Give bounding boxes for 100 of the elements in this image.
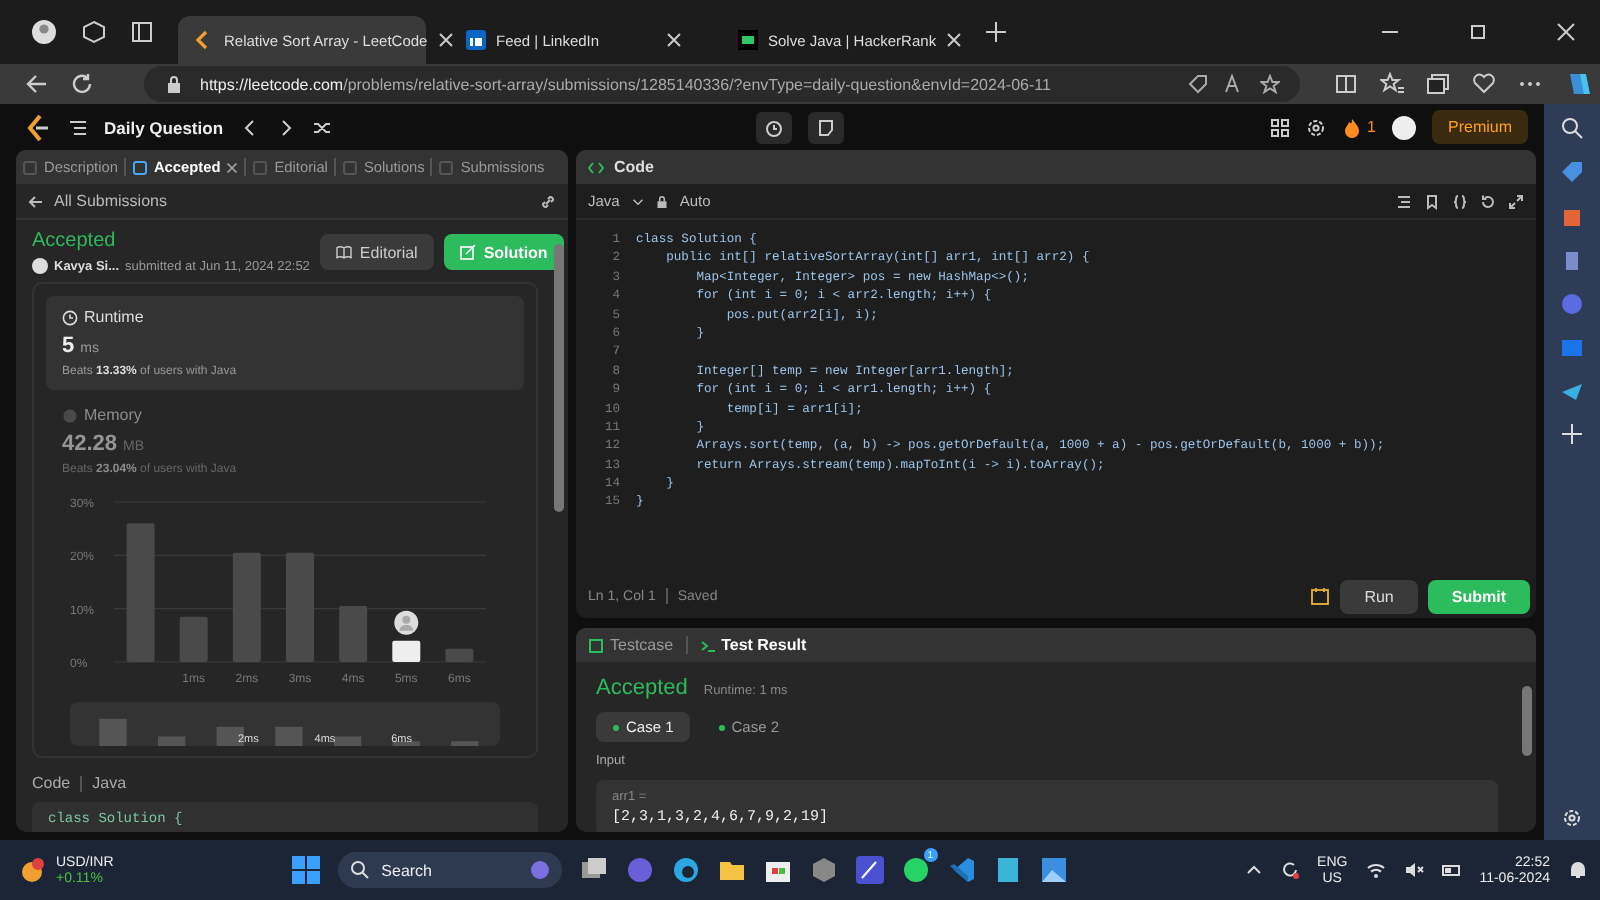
clock-icon <box>62 309 78 325</box>
leetcode-logo-icon[interactable] <box>24 113 52 141</box>
collections-icon[interactable] <box>1426 72 1450 96</box>
panel-tab[interactable]: Test Result <box>699 636 807 654</box>
copilot-icon[interactable] <box>1564 70 1592 98</box>
book-icon <box>335 244 352 260</box>
hexagon-app-icon[interactable] <box>809 856 838 884</box>
layout-icon[interactable] <box>1269 117 1290 137</box>
windows-start-icon[interactable] <box>291 856 320 884</box>
settings-icon[interactable] <box>1562 808 1582 828</box>
send-icon[interactable] <box>1560 380 1584 404</box>
bag-icon[interactable] <box>1560 204 1584 228</box>
run-button[interactable]: Run <box>1340 579 1418 613</box>
volume-muted-icon[interactable] <box>1403 860 1424 880</box>
bookmark-icon[interactable] <box>1424 193 1440 209</box>
close-icon[interactable] <box>226 161 239 173</box>
close-icon[interactable] <box>666 32 682 48</box>
maximize-icon[interactable] <box>1468 22 1488 42</box>
hackerrank-logo-icon <box>738 30 758 50</box>
taskbar-search[interactable]: Search <box>337 852 562 888</box>
pen-app-icon[interactable] <box>855 856 884 884</box>
editorial-button[interactable]: Editorial <box>319 234 434 270</box>
whatsapp-icon[interactable] <box>901 856 930 884</box>
lock-icon <box>164 74 184 94</box>
avatar-icon[interactable] <box>1392 115 1416 139</box>
tab-icon <box>22 159 38 175</box>
edit-icon <box>459 244 476 260</box>
close-icon[interactable] <box>437 32 454 48</box>
tag-icon[interactable] <box>1560 160 1584 184</box>
chevron-up-icon[interactable] <box>1245 862 1262 878</box>
linkedin-logo-icon <box>466 30 486 50</box>
tab-icon <box>341 159 358 175</box>
dot-icon <box>717 723 726 731</box>
reload-icon[interactable] <box>70 72 94 96</box>
panel-tab[interactable]: Testcase <box>588 636 674 654</box>
memory-value: 42.28 <box>62 432 118 456</box>
language-label: Java <box>92 774 127 792</box>
reset-icon[interactable] <box>1480 193 1496 209</box>
store-icon[interactable] <box>763 856 792 884</box>
settings-icon[interactable] <box>1305 117 1326 137</box>
star-icon[interactable] <box>1260 74 1280 94</box>
notification-bell-icon[interactable] <box>1568 860 1588 880</box>
memory-label: Memory <box>84 406 142 424</box>
chart-bar[interactable] <box>391 640 420 662</box>
chess-icon[interactable] <box>1560 248 1584 272</box>
workspaces-icon[interactable] <box>82 20 106 44</box>
weather-icon <box>20 856 48 884</box>
chat-icon[interactable] <box>625 856 654 884</box>
mail-icon[interactable] <box>1560 336 1584 360</box>
shuffle-icon[interactable] <box>311 117 332 137</box>
back-arrow-icon[interactable] <box>24 72 48 96</box>
back-arrow-icon[interactable] <box>28 193 44 209</box>
address-bar[interactable]: https://leetcode.com/problems/relative-sort-array/submissions/1285140336/?envType=daily-question&envId=2024-06-11 <box>144 66 1300 102</box>
avatar-icon <box>32 258 48 274</box>
edge-browser-icon[interactable] <box>671 856 700 884</box>
alarm-clock-icon <box>764 117 785 137</box>
read-aloud-icon[interactable] <box>1224 74 1244 94</box>
tab-icon <box>438 159 455 175</box>
split-screen-icon[interactable] <box>1334 72 1358 96</box>
tab-icon <box>131 159 148 175</box>
close-icon[interactable] <box>946 32 963 48</box>
close-icon[interactable] <box>1556 22 1576 42</box>
premium-button[interactable]: Premium <box>1432 110 1529 144</box>
sync-icon[interactable] <box>1279 860 1300 880</box>
notes-button[interactable] <box>808 111 845 143</box>
tab-actions-icon[interactable] <box>130 20 154 44</box>
copilot-icon[interactable] <box>1560 292 1584 316</box>
expand-icon[interactable] <box>1508 193 1524 209</box>
timer-button[interactable] <box>756 111 793 143</box>
link-icon[interactable] <box>540 193 556 209</box>
code-icon <box>588 159 604 175</box>
chevron-down-icon[interactable] <box>631 195 644 207</box>
search-icon <box>349 860 370 880</box>
battery-icon[interactable] <box>1441 860 1462 880</box>
add-icon[interactable] <box>1562 424 1582 444</box>
avatar-icon <box>393 610 418 635</box>
tag-icon[interactable] <box>1188 74 1208 94</box>
photos-icon[interactable] <box>1039 856 1068 884</box>
runtime-value: 5 <box>62 334 75 358</box>
runtime-label: Runtime <box>84 308 144 326</box>
streak-count[interactable]: 1 <box>1367 118 1376 136</box>
list-icon[interactable] <box>68 117 88 137</box>
braces-icon[interactable] <box>1452 193 1468 209</box>
format-icon[interactable] <box>1396 193 1412 209</box>
folder-icon[interactable] <box>717 856 746 884</box>
terminal-icon <box>699 637 716 653</box>
profile-icon[interactable] <box>30 18 58 46</box>
search-icon[interactable] <box>1560 116 1584 140</box>
task-view-icon[interactable] <box>579 856 608 884</box>
chevron-left-icon[interactable] <box>239 117 260 137</box>
favorites-icon[interactable] <box>1380 72 1404 96</box>
all-submissions-link[interactable]: All Submissions <box>54 192 167 210</box>
heart-icon[interactable] <box>1472 72 1496 96</box>
new-tab-icon[interactable] <box>986 22 1006 42</box>
panel-title: Code <box>614 158 654 176</box>
wifi-icon[interactable] <box>1365 860 1386 880</box>
notepad-icon[interactable] <box>993 856 1022 884</box>
vscode-icon[interactable] <box>947 856 976 884</box>
daily-question-link[interactable]: Daily Question <box>104 117 224 137</box>
dot-icon <box>612 723 620 731</box>
